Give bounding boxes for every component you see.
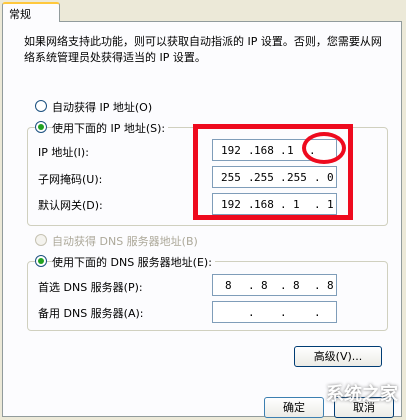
preferred-dns-field[interactable]: 8 . 8 . 8 . 8 [212,274,337,296]
annotation-highlight-circle [302,132,346,164]
manual-dns-label: 使用下面的 DNS 服务器地址(E): [52,254,215,270]
ip-address-label: IP 地址(I): [38,146,89,159]
auto-dns-label: 自动获得 DNS 服务器地址(B) [52,235,198,248]
subnet-mask-label: 子网掩码(U): [38,173,103,186]
tab-general[interactable]: 常规 [2,2,60,22]
dns1-octet-3: 8 [293,279,300,292]
auto-ip-label: 自动获得 IP 地址(O) [52,101,153,114]
alternate-dns-field[interactable]: . . . [212,301,337,323]
ok-button[interactable]: 确定 [264,397,324,418]
auto-dns-radio[interactable] [35,234,47,246]
advanced-button[interactable]: 高级(V)... [294,346,382,367]
dns1-octet-4: 8 [327,279,334,292]
dns1-octet-2: 8 [261,279,268,292]
watermark-logo: 系统之家 [326,384,398,405]
tab-strip: 常规 [0,0,406,22]
gateway-label: 默认网关(D): [38,199,103,212]
manual-dns-radio[interactable] [35,255,47,267]
auto-ip-radio[interactable] [35,100,47,112]
alternate-dns-label: 备用 DNS 服务器(A): [38,307,144,320]
description-text: 如果网络支持此功能，则可以获取自动指派的 IP 设置。否则，您需要从网络系统管理… [24,35,382,64]
manual-ip-label: 使用下面的 IP 地址(S): [52,120,169,136]
preferred-dns-label: 首选 DNS 服务器(P): [38,281,143,294]
dns1-octet-1: 8 [225,279,232,292]
manual-ip-radio[interactable] [35,121,47,133]
